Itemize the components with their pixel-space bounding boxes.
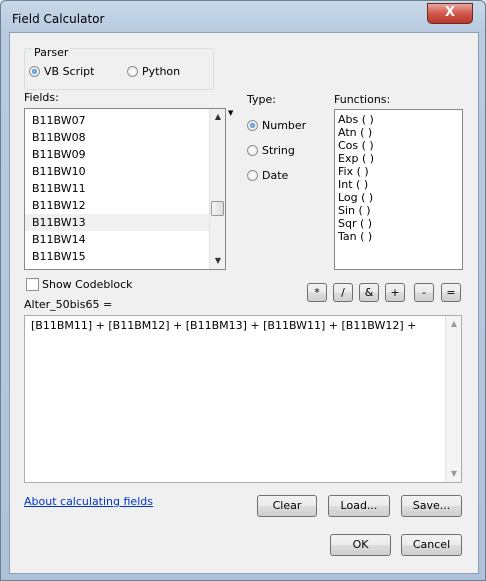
functions-list[interactable]: Abs ( ) Atn ( ) Cos ( ) Exp ( ) Fix ( ) …: [334, 109, 463, 270]
field-item-highlighted[interactable]: B11BW13: [25, 214, 225, 231]
load-button[interactable]: Load...: [328, 495, 390, 517]
function-item[interactable]: Exp ( ): [335, 152, 462, 165]
operator-equals-button[interactable]: =: [441, 283, 461, 302]
clear-button[interactable]: Clear: [257, 495, 317, 517]
about-calculating-fields-link[interactable]: About calculating fields: [24, 495, 153, 508]
operator-multiply-button[interactable]: *: [307, 283, 327, 302]
parser-group-title: Parser: [32, 46, 71, 59]
function-item[interactable]: Int ( ): [335, 178, 462, 191]
ok-button[interactable]: OK: [330, 534, 391, 556]
operator-plus-button[interactable]: +: [385, 283, 405, 302]
type-date-label: Date: [262, 169, 289, 182]
function-item[interactable]: Sin ( ): [335, 204, 462, 217]
parser-vbscript-radio[interactable]: VB Script: [29, 65, 94, 78]
type-number-label: Number: [262, 119, 307, 132]
expression-target-label: Alter_50bis65 =: [24, 298, 113, 311]
function-item[interactable]: Sqr ( ): [335, 217, 462, 230]
field-item[interactable]: B11BW09: [25, 146, 225, 163]
field-item[interactable]: B11BW07: [25, 112, 225, 129]
field-item[interactable]: B11BW08: [25, 129, 225, 146]
expression-value: [B11BM11] + [B11BM12] + [B11BM13] + [B11…: [31, 319, 417, 332]
parser-python-label: Python: [142, 65, 181, 78]
close-icon: X: [444, 5, 456, 20]
radio-unchecked-icon: [247, 170, 258, 181]
scroll-down-arrow-icon[interactable]: ▼: [210, 253, 225, 269]
type-string-label: String: [262, 144, 295, 157]
type-number-radio[interactable]: Number: [247, 119, 306, 132]
operator-divide-button[interactable]: /: [333, 283, 353, 302]
window-title: Field Calculator: [12, 12, 105, 26]
title-bar[interactable]: Field Calculator X: [1, 1, 485, 35]
fields-list[interactable]: B11BW07 B11BW08 B11BW09 B11BW10 B11BW11 …: [24, 108, 226, 270]
field-item[interactable]: B11BW12: [25, 197, 225, 214]
field-item[interactable]: B11BW10: [25, 163, 225, 180]
type-string-radio[interactable]: String: [247, 144, 295, 157]
sort-dropdown-icon[interactable]: ▼: [228, 109, 233, 117]
function-item[interactable]: Cos ( ): [335, 139, 462, 152]
scroll-thumb[interactable]: [211, 201, 224, 216]
field-item[interactable]: B11BW15: [25, 248, 225, 265]
field-item[interactable]: B11BW14: [25, 231, 225, 248]
function-item[interactable]: Fix ( ): [335, 165, 462, 178]
cancel-button[interactable]: Cancel: [401, 534, 462, 556]
scroll-up-arrow-icon[interactable]: ▲: [446, 316, 462, 332]
operator-minus-button[interactable]: -: [414, 283, 434, 302]
radio-unchecked-icon: [247, 145, 258, 156]
show-codeblock-checkbox[interactable]: [26, 278, 39, 291]
scroll-down-arrow-icon[interactable]: ▼: [446, 466, 462, 482]
save-button[interactable]: Save...: [401, 495, 462, 517]
fields-scrollbar[interactable]: ▲ ▼: [209, 109, 225, 269]
functions-label: Functions:: [334, 93, 391, 106]
parser-python-radio[interactable]: Python: [127, 65, 180, 78]
field-calculator-window: Field Calculator X Parser VB Script Pyth…: [0, 0, 486, 581]
scroll-up-arrow-icon[interactable]: ▲: [210, 109, 225, 125]
operator-ampersand-button[interactable]: &: [359, 283, 379, 302]
radio-checked-icon: [29, 66, 40, 77]
expression-textbox[interactable]: [B11BM11] + [B11BM12] + [B11BM13] + [B11…: [24, 315, 462, 483]
function-item[interactable]: Tan ( ): [335, 230, 462, 243]
function-item[interactable]: Abs ( ): [335, 113, 462, 126]
dialog-body: Parser VB Script Python Fields: B11BW07 …: [9, 32, 479, 574]
close-button[interactable]: X: [427, 3, 473, 24]
expression-scrollbar[interactable]: ▲ ▼: [445, 316, 461, 482]
radio-checked-icon: [247, 120, 258, 131]
function-item[interactable]: Atn ( ): [335, 126, 462, 139]
fields-label: Fields:: [24, 91, 59, 104]
type-label: Type:: [247, 93, 276, 106]
show-codeblock-label: Show Codeblock: [42, 278, 133, 291]
function-item[interactable]: Log ( ): [335, 191, 462, 204]
radio-unchecked-icon: [127, 66, 138, 77]
field-item[interactable]: B11BW11: [25, 180, 225, 197]
type-date-radio[interactable]: Date: [247, 169, 288, 182]
fields-list-items: B11BW07 B11BW08 B11BW09 B11BW10 B11BW11 …: [25, 109, 225, 265]
parser-vbscript-label: VB Script: [44, 65, 95, 78]
